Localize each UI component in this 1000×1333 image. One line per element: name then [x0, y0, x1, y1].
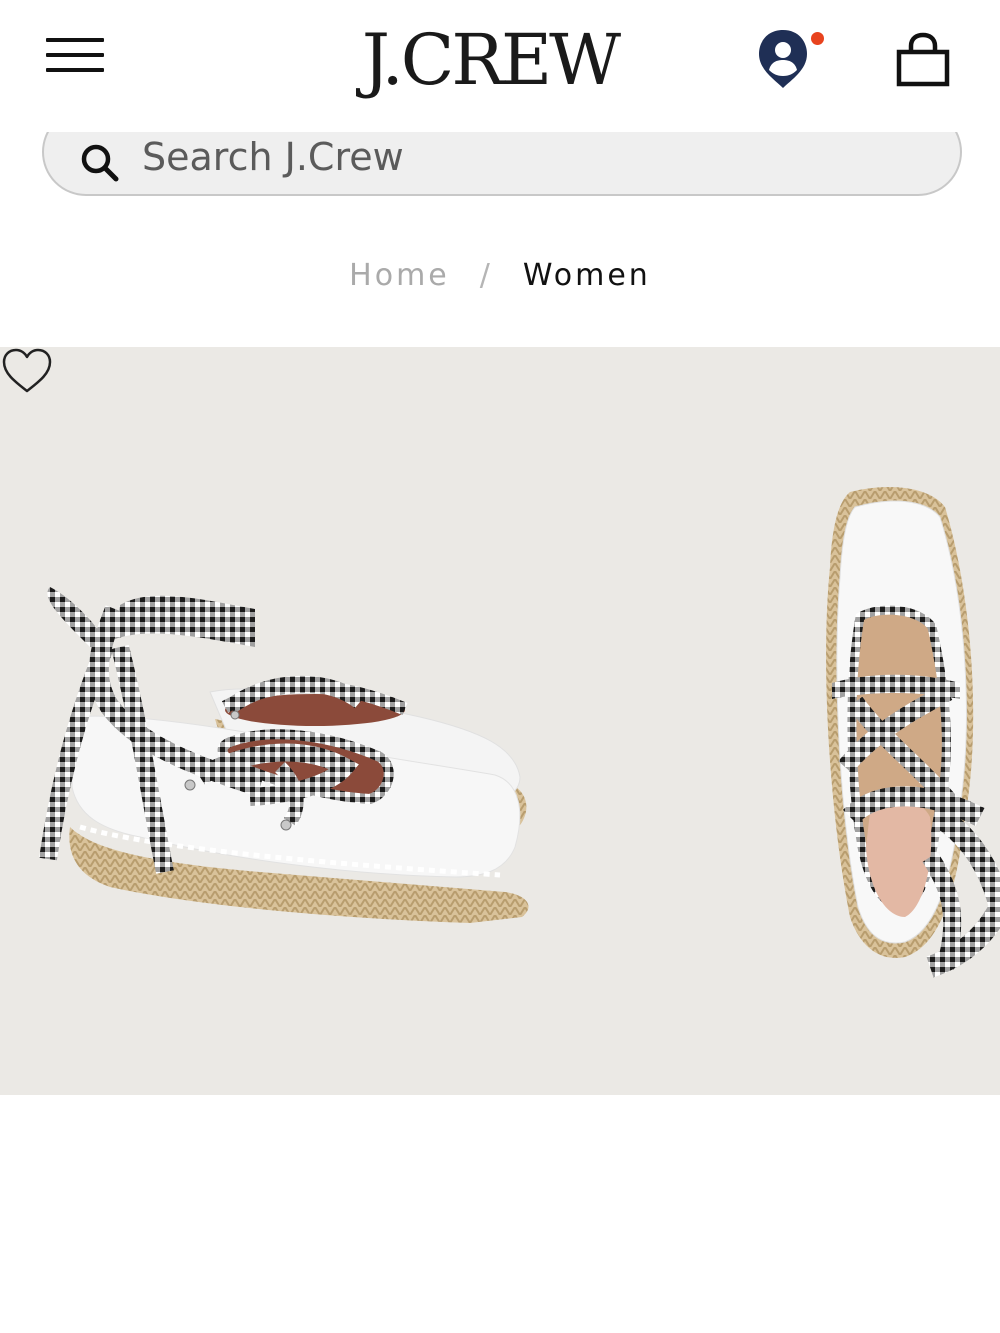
site-logo[interactable]: J.CREW [340, 20, 640, 100]
user-location-icon [759, 30, 807, 88]
shopping-bag-button[interactable] [894, 32, 952, 88]
product-image-carousel[interactable] [0, 347, 1000, 1095]
breadcrumb-home-link[interactable]: Home [349, 258, 450, 293]
hamburger-menu-icon[interactable] [46, 38, 104, 74]
account-button[interactable] [755, 26, 827, 92]
product-image [39, 487, 1000, 978]
site-header: J.CREW [0, 0, 1000, 118]
notification-badge [809, 30, 826, 47]
search-bar[interactable] [42, 132, 962, 196]
breadcrumb: Home / Women [0, 258, 1000, 302]
shopping-bag-icon [896, 32, 950, 87]
breadcrumb-separator: / [479, 258, 493, 293]
heart-outline-icon[interactable] [0, 347, 54, 395]
search-input[interactable] [142, 132, 922, 182]
breadcrumb-current: Women [522, 258, 651, 293]
search-icon [81, 144, 119, 182]
